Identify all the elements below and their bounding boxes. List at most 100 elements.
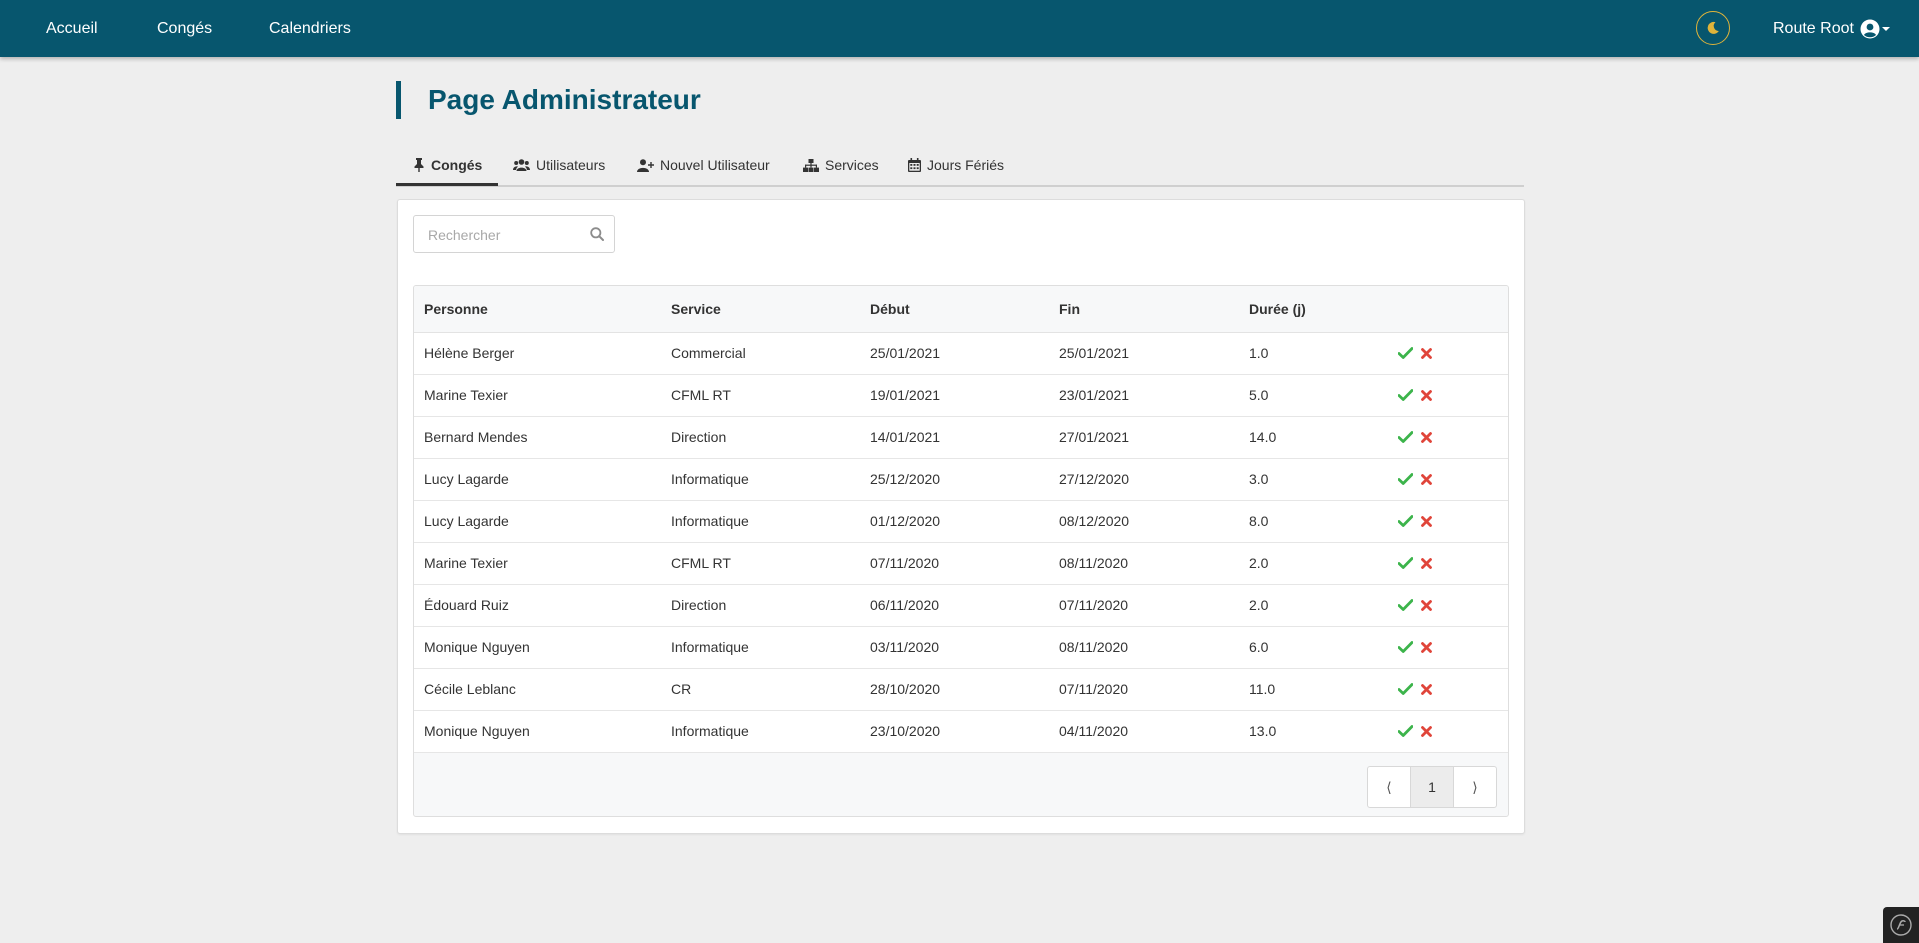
tab-label: Congés — [431, 157, 483, 173]
cell-fin: 27/01/2021 — [1049, 416, 1239, 459]
symfony-toolbar-button[interactable] — [1883, 907, 1919, 943]
theme-toggle-button[interactable] — [1696, 11, 1730, 45]
reject-button[interactable] — [1418, 555, 1434, 571]
column-header-duree[interactable]: Durée (j) — [1239, 286, 1387, 333]
approve-button[interactable] — [1397, 345, 1413, 361]
cell-service: CR — [661, 668, 860, 711]
search-input[interactable] — [426, 216, 580, 254]
reject-button[interactable] — [1418, 345, 1434, 361]
user-plus-icon — [637, 158, 654, 172]
column-header-personne[interactable]: Personne — [414, 286, 661, 333]
column-header-actions — [1387, 286, 1508, 333]
cell-duree: 11.0 — [1239, 668, 1387, 711]
sitemap-icon — [803, 158, 819, 172]
cell-fin: 04/11/2020 — [1049, 710, 1239, 753]
reject-button[interactable] — [1418, 639, 1434, 655]
row-actions — [1397, 345, 1508, 361]
cell-debut: 25/01/2021 — [860, 332, 1049, 375]
approve-button[interactable] — [1397, 555, 1413, 571]
tab-label: Services — [825, 157, 879, 173]
page-title: Page Administrateur — [428, 84, 701, 115]
symfony-logo-icon — [1890, 914, 1912, 936]
cell-debut: 23/10/2020 — [860, 710, 1049, 753]
cell-fin: 08/11/2020 — [1049, 626, 1239, 669]
cell-duree: 2.0 — [1239, 542, 1387, 585]
tab-label: Jours Fériés — [927, 157, 1005, 173]
check-icon — [1397, 515, 1413, 527]
reject-button[interactable] — [1418, 387, 1434, 403]
cell-fin: 23/01/2021 — [1049, 374, 1239, 417]
cell-service: CFML RT — [661, 374, 860, 417]
cell-actions — [1387, 458, 1508, 501]
approve-button[interactable] — [1397, 681, 1413, 697]
approve-button[interactable] — [1397, 513, 1413, 529]
cell-duree: 1.0 — [1239, 332, 1387, 375]
cell-service: Commercial — [661, 332, 860, 375]
chevron-down-icon — [1881, 26, 1890, 32]
search-box — [413, 215, 615, 254]
approve-button[interactable] — [1397, 723, 1413, 739]
table-row: Cécile Leblanc CR 28/10/2020 07/11/2020 11.0 — [414, 668, 1508, 711]
approve-button[interactable] — [1397, 387, 1413, 403]
pagination: ⟨ 1 ⟩ — [1367, 766, 1497, 808]
pagination-next-button[interactable]: ⟩ — [1454, 767, 1496, 807]
cell-duree: 6.0 — [1239, 626, 1387, 669]
cell-service: Informatique — [661, 710, 860, 753]
cross-icon — [1420, 683, 1432, 695]
cell-debut: 25/12/2020 — [860, 458, 1049, 501]
column-header-debut[interactable]: Début — [860, 286, 1049, 333]
cell-actions — [1387, 416, 1508, 459]
tab-services[interactable]: Services — [803, 147, 879, 183]
cross-icon — [1420, 431, 1432, 443]
cell-debut: 28/10/2020 — [860, 668, 1049, 711]
reject-button[interactable] — [1418, 723, 1434, 739]
tab-conges[interactable]: Congés — [396, 147, 499, 186]
reject-button[interactable] — [1418, 681, 1434, 697]
calendar-icon — [908, 158, 921, 172]
table-header-row: Personne Service Début Fin Durée (j) — [414, 286, 1508, 333]
cell-fin: 07/11/2020 — [1049, 584, 1239, 627]
cell-fin: 08/12/2020 — [1049, 500, 1239, 543]
approve-button[interactable] — [1397, 639, 1413, 655]
cross-icon — [1420, 347, 1432, 359]
cell-service: Informatique — [661, 458, 860, 501]
cell-debut: 14/01/2021 — [860, 416, 1049, 459]
approve-button[interactable] — [1397, 597, 1413, 613]
reject-button[interactable] — [1418, 471, 1434, 487]
users-icon — [513, 159, 530, 171]
cross-icon — [1420, 599, 1432, 611]
column-header-fin[interactable]: Fin — [1049, 286, 1239, 333]
check-icon — [1397, 473, 1413, 485]
cross-icon — [1420, 641, 1432, 653]
cell-debut: 03/11/2020 — [860, 626, 1049, 669]
pagination-page-1[interactable]: 1 — [1411, 767, 1454, 807]
user-menu[interactable]: Route Root — [1773, 0, 1890, 57]
table-row: Lucy Lagarde Informatique 01/12/2020 08/12/… — [414, 500, 1508, 543]
nav-conges[interactable]: Congés — [157, 0, 212, 57]
tab-jours-feries[interactable]: Jours Fériés — [908, 147, 1004, 183]
cell-personne: Édouard Ruiz — [414, 584, 661, 627]
cell-actions — [1387, 710, 1508, 753]
cell-duree: 3.0 — [1239, 458, 1387, 501]
column-header-service[interactable]: Service — [661, 286, 860, 333]
check-icon — [1397, 599, 1413, 611]
cell-service: Informatique — [661, 500, 860, 543]
pagination-prev-button[interactable]: ⟨ — [1368, 767, 1411, 807]
cross-icon — [1420, 725, 1432, 737]
nav-calendriers[interactable]: Calendriers — [269, 0, 351, 57]
approve-button[interactable] — [1397, 471, 1413, 487]
row-actions — [1397, 471, 1508, 487]
reject-button[interactable] — [1418, 597, 1434, 613]
reject-button[interactable] — [1418, 429, 1434, 445]
tab-nouvel-utilisateur[interactable]: Nouvel Utilisateur — [637, 147, 770, 183]
approve-button[interactable] — [1397, 429, 1413, 445]
tab-utilisateurs[interactable]: Utilisateurs — [513, 147, 605, 183]
table-row: Lucy Lagarde Informatique 25/12/2020 27/12/… — [414, 458, 1508, 501]
conges-table: Personne Service Début Fin Durée (j) Hél… — [414, 286, 1508, 753]
search-icon[interactable] — [590, 227, 604, 241]
user-name: Route Root — [1773, 19, 1854, 37]
cell-debut: 01/12/2020 — [860, 500, 1049, 543]
nav-accueil[interactable]: Accueil — [46, 0, 98, 57]
row-actions — [1397, 555, 1508, 571]
reject-button[interactable] — [1418, 513, 1434, 529]
